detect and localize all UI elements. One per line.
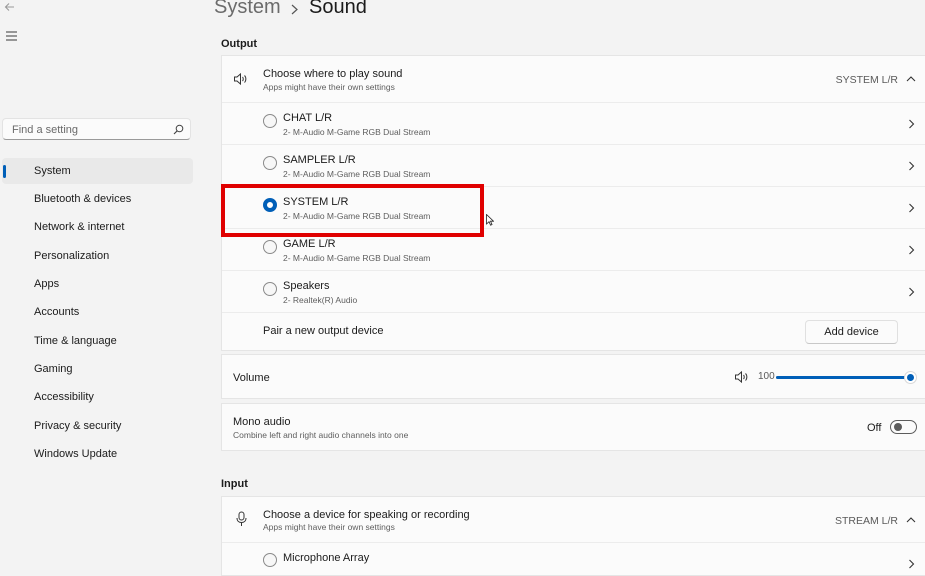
- input-section-label: Input: [221, 478, 248, 490]
- search-input[interactable]: [10, 121, 174, 139]
- sidebar-item-gaming[interactable]: Gaming: [2, 356, 193, 382]
- radio-button[interactable]: [263, 240, 277, 254]
- volume-slider-track[interactable]: [776, 372, 916, 383]
- radio-button[interactable]: [263, 156, 277, 170]
- mouse-cursor-icon: [486, 214, 494, 226]
- chevron-right-icon[interactable]: [908, 245, 915, 255]
- sidebar-item-accessibility[interactable]: Accessibility: [2, 384, 193, 410]
- output-device-header[interactable]: Choose where to play sound Apps might ha…: [222, 56, 925, 103]
- back-arrow-icon[interactable]: [3, 0, 17, 14]
- chevron-right-icon[interactable]: [908, 119, 915, 129]
- mono-audio-title: Mono audio: [233, 416, 291, 428]
- sidebar-item-label: Privacy & security: [34, 420, 122, 432]
- volume-slider-fill: [776, 376, 910, 379]
- sidebar-item-label: Personalization: [34, 250, 110, 262]
- input-device-header[interactable]: Choose a device for speaking or recordin…: [222, 497, 925, 543]
- output-section-label: Output: [221, 38, 258, 50]
- search-icon[interactable]: [173, 124, 184, 135]
- mono-audio-subtitle: Combine left and right audio channels in…: [233, 430, 409, 440]
- output-header-title: Choose where to play sound: [263, 68, 403, 80]
- device-name: Microphone Array: [283, 552, 370, 564]
- sidebar-item-label: Time & language: [34, 335, 117, 347]
- device-description: 2- Realtek(R) Audio: [283, 295, 358, 305]
- sidebar-item-accounts[interactable]: Accounts: [2, 299, 193, 325]
- sidebar-item-bluetooth-devices[interactable]: Bluetooth & devices: [2, 186, 193, 212]
- radio-button[interactable]: [263, 553, 277, 567]
- sidebar-item-label: Accessibility: [34, 391, 94, 403]
- input-device-row[interactable]: Microphone Array: [222, 543, 925, 569]
- device-name: Speakers: [283, 280, 330, 292]
- pair-output-device-row: Pair a new output device Add device: [222, 313, 925, 350]
- output-device-row[interactable]: SAMPLER L/R 2- M-Audio M-Game RGB Dual S…: [222, 145, 925, 187]
- output-device-row[interactable]: Speakers 2- Realtek(R) Audio: [222, 271, 925, 313]
- volume-speaker-icon[interactable]: [734, 370, 750, 384]
- volume-label: Volume: [233, 372, 270, 384]
- device-name: CHAT L/R: [283, 112, 333, 124]
- sidebar-item-system[interactable]: System: [2, 158, 193, 184]
- chevron-right-icon[interactable]: [908, 559, 915, 569]
- device-description: 2- M-Audio M-Game RGB Dual Stream: [283, 127, 431, 137]
- volume-slider-thumb[interactable]: [905, 372, 916, 383]
- hamburger-menu-icon[interactable]: [5, 30, 19, 42]
- microphone-icon: [236, 511, 247, 526]
- input-header-title: Choose a device for speaking or recordin…: [263, 509, 470, 521]
- sidebar-item-windows-update[interactable]: Windows Update: [2, 441, 193, 467]
- annotation-highlight-box: [221, 184, 484, 237]
- toggle-knob: [894, 423, 902, 431]
- mono-audio-card: Mono audio Combine left and right audio …: [221, 403, 925, 451]
- volume-card: Volume 100: [221, 354, 925, 399]
- page-title: Sound: [309, 0, 367, 18]
- sidebar-item-apps[interactable]: Apps: [2, 271, 193, 297]
- breadcrumb-parent[interactable]: System: [214, 0, 281, 19]
- sidebar-item-label: Bluetooth & devices: [34, 193, 132, 205]
- sidebar-item-label: Network & internet: [34, 221, 125, 233]
- chevron-up-icon[interactable]: [906, 75, 916, 82]
- active-indicator: [3, 165, 6, 178]
- sidebar-item-network-internet[interactable]: Network & internet: [2, 214, 193, 240]
- sidebar-item-personalization[interactable]: Personalization: [2, 243, 193, 269]
- radio-button[interactable]: [263, 114, 277, 128]
- chevron-up-icon[interactable]: [906, 516, 916, 523]
- mono-audio-state: Off: [867, 422, 882, 434]
- device-description: 2- M-Audio M-Game RGB Dual Stream: [283, 253, 431, 263]
- chevron-right-icon[interactable]: [908, 161, 915, 171]
- device-description: 2- M-Audio M-Game RGB Dual Stream: [283, 169, 431, 179]
- sidebar-item-label: Windows Update: [34, 448, 118, 460]
- device-name: SAMPLER L/R: [283, 154, 356, 166]
- volume-value: 100: [758, 371, 775, 382]
- speaker-icon: [234, 72, 247, 86]
- sidebar-item-label: Accounts: [34, 306, 80, 318]
- sidebar-item-label: Gaming: [34, 363, 73, 375]
- device-name: GAME L/R: [283, 238, 336, 250]
- sidebar-item-time-language[interactable]: Time & language: [2, 328, 193, 354]
- settings-search-box[interactable]: [2, 118, 191, 140]
- sidebar-item-label: System: [34, 165, 71, 177]
- radio-button[interactable]: [263, 282, 277, 296]
- sidebar-item-privacy-security[interactable]: Privacy & security: [2, 413, 193, 439]
- chevron-right-icon[interactable]: [908, 203, 915, 213]
- input-selected-value: STREAM L/R: [834, 515, 898, 527]
- pair-device-label: Pair a new output device: [263, 325, 384, 337]
- chevron-right-icon[interactable]: [908, 287, 915, 297]
- output-device-row[interactable]: CHAT L/R 2- M-Audio M-Game RGB Dual Stre…: [222, 103, 925, 145]
- sidebar-item-label: Apps: [34, 278, 60, 290]
- mono-audio-toggle[interactable]: [890, 420, 917, 434]
- add-device-button[interactable]: Add device: [805, 320, 898, 344]
- breadcrumb-chevron-icon: [291, 4, 298, 15]
- output-selected-value: SYSTEM L/R: [835, 74, 898, 86]
- input-header-subtitle: Apps might have their own settings: [263, 522, 395, 532]
- output-header-subtitle: Apps might have their own settings: [263, 82, 395, 92]
